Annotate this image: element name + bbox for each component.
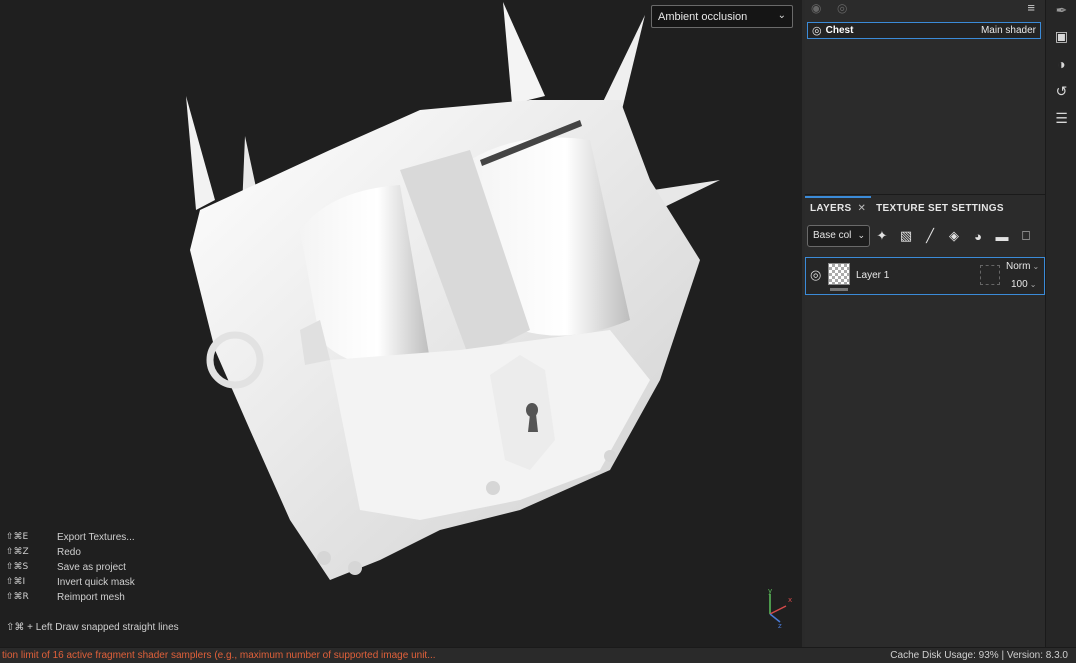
texture-set-header: ◉ ◎ ≡ xyxy=(805,0,1045,18)
globe-icon[interactable]: ◑ xyxy=(1046,56,1076,72)
layer-mask-slot[interactable] xyxy=(980,265,1000,285)
snap-hint: ⇧⌘ + Left Draw snapped straight lines xyxy=(6,622,179,633)
layer-row[interactable]: ◎ Layer 1 Norm ⌄ 100 ⌄ xyxy=(805,257,1045,295)
history-icon[interactable]: ↺ xyxy=(1046,83,1076,100)
shortcut-key: ⇧⌘I xyxy=(6,577,26,587)
opacity-dropdown[interactable]: 100 ⌄ xyxy=(1011,279,1036,290)
tab-texture-set-settings[interactable]: TEXTURE SET SETTINGS xyxy=(871,196,1009,220)
status-error-message[interactable]: tion limit of 16 active fragment shader … xyxy=(2,650,436,661)
shortcut-row: ⇧⌘S Save as project xyxy=(6,562,135,577)
pen-tool-icon[interactable]: ✒ xyxy=(1046,2,1076,19)
viewport[interactable]: Ambient occlusion ⌄ ⇧⌘E Export Textures..… xyxy=(0,0,802,647)
blend-mode-value: Norm xyxy=(1006,261,1031,272)
shortcut-row: ⇧⌘I Invert quick mask xyxy=(6,577,135,592)
chevron-down-icon: ⌄ xyxy=(857,230,865,240)
texture-set-row[interactable]: ◎ Chest Main shader xyxy=(807,22,1041,39)
shortcut-key: ⇧⌘R xyxy=(6,592,29,602)
shortcut-label: Invert quick mask xyxy=(57,577,135,588)
axis-gizmo[interactable]: y x z xyxy=(762,588,798,628)
close-icon[interactable]: ✕ xyxy=(857,203,866,214)
camera-icon[interactable]: ▣ xyxy=(1046,28,1076,45)
chevron-down-icon: ⌄ xyxy=(1032,262,1040,271)
shortcut-row: ⇧⌘Z Redo xyxy=(6,547,135,562)
layers-tabs: LAYERS ✕ TEXTURE SET SETTINGS xyxy=(805,196,1045,220)
view-mode-dropdown[interactable]: Ambient occlusion ⌄ xyxy=(651,5,793,28)
fill-bucket-icon[interactable]: ◈ xyxy=(942,225,966,247)
eye-hidden-icon[interactable]: ◉ xyxy=(811,1,821,15)
shortcut-row: ⇧⌘E Export Textures... xyxy=(6,532,135,547)
shortcut-key: ⇧⌘S xyxy=(6,562,29,572)
smart-material-icon[interactable]: ◕ xyxy=(966,225,990,247)
gizmo-y-label: y xyxy=(768,588,772,595)
folder-icon[interactable]: ▬ xyxy=(990,225,1014,247)
eye-icon[interactable]: ◎ xyxy=(837,1,847,15)
status-bar: tion limit of 16 active fragment shader … xyxy=(0,647,1076,663)
menu-icon[interactable]: ≡ xyxy=(1027,0,1035,15)
gizmo-x-label: x xyxy=(788,596,792,604)
eye-icon[interactable]: ◎ xyxy=(812,24,822,37)
chevron-down-icon: ⌄ xyxy=(1029,280,1037,289)
shader-name[interactable]: Main shader xyxy=(981,25,1036,36)
layer-thumbnail[interactable] xyxy=(828,263,850,285)
view-mode-value: Ambient occlusion xyxy=(658,11,748,23)
shortcut-label: Redo xyxy=(57,547,81,558)
eye-icon[interactable]: ◎ xyxy=(810,267,821,283)
shortcut-row: ⇧⌘R Reimport mesh xyxy=(6,592,135,607)
cache-version-status: Cache Disk Usage: 93% | Version: 8.3.0 xyxy=(890,650,1068,661)
tab-layers[interactable]: LAYERS ✕ xyxy=(805,196,872,220)
tab-label: LAYERS xyxy=(810,203,852,214)
texture-set-name: Chest xyxy=(825,25,854,36)
layer-name[interactable]: Layer 1 xyxy=(856,270,889,281)
shortcut-label: Reimport mesh xyxy=(57,592,125,603)
shortcut-hints: ⇧⌘E Export Textures... ⇧⌘Z Redo ⇧⌘S Save as… xyxy=(6,532,135,607)
right-panel: ◉ ◎ ≡ ◎ Chest Main shader LAYERS ✕ TEXTUR… xyxy=(805,0,1045,647)
brush-icon[interactable]: ╱ xyxy=(918,225,942,247)
chevron-down-icon: ⌄ xyxy=(777,10,786,21)
layer-thumbnail-bar xyxy=(830,288,848,291)
trash-icon[interactable]: ⎕ xyxy=(1014,225,1038,247)
shortcut-key: ⇧⌘E xyxy=(6,532,29,542)
blend-mode-dropdown[interactable]: Norm ⌄ xyxy=(1006,261,1039,272)
magic-wand-icon[interactable]: ✦ xyxy=(870,225,894,247)
tool-strip: ✒ ▣ ◑ ↺ ☰ xyxy=(1045,0,1076,647)
log-icon[interactable]: ☰ xyxy=(1046,110,1076,127)
channel-dropdown[interactable]: Base col ⌄ xyxy=(807,225,870,247)
gizmo-z-label: z xyxy=(778,622,782,628)
opacity-value: 100 xyxy=(1011,279,1028,290)
mask-icon[interactable]: ▧ xyxy=(894,225,918,247)
shortcut-label: Export Textures... xyxy=(57,532,135,543)
shortcut-label: Save as project xyxy=(57,562,126,573)
tab-label: TEXTURE SET SETTINGS xyxy=(876,203,1004,214)
layer-toolbar: Base col ⌄ ✦ ▧ ╱ ◈ ◕ ▬ ⎕ xyxy=(807,225,1043,247)
panel-divider[interactable] xyxy=(805,194,1045,195)
channel-value: Base col xyxy=(813,230,852,241)
shortcut-key: ⇧⌘Z xyxy=(6,547,29,557)
